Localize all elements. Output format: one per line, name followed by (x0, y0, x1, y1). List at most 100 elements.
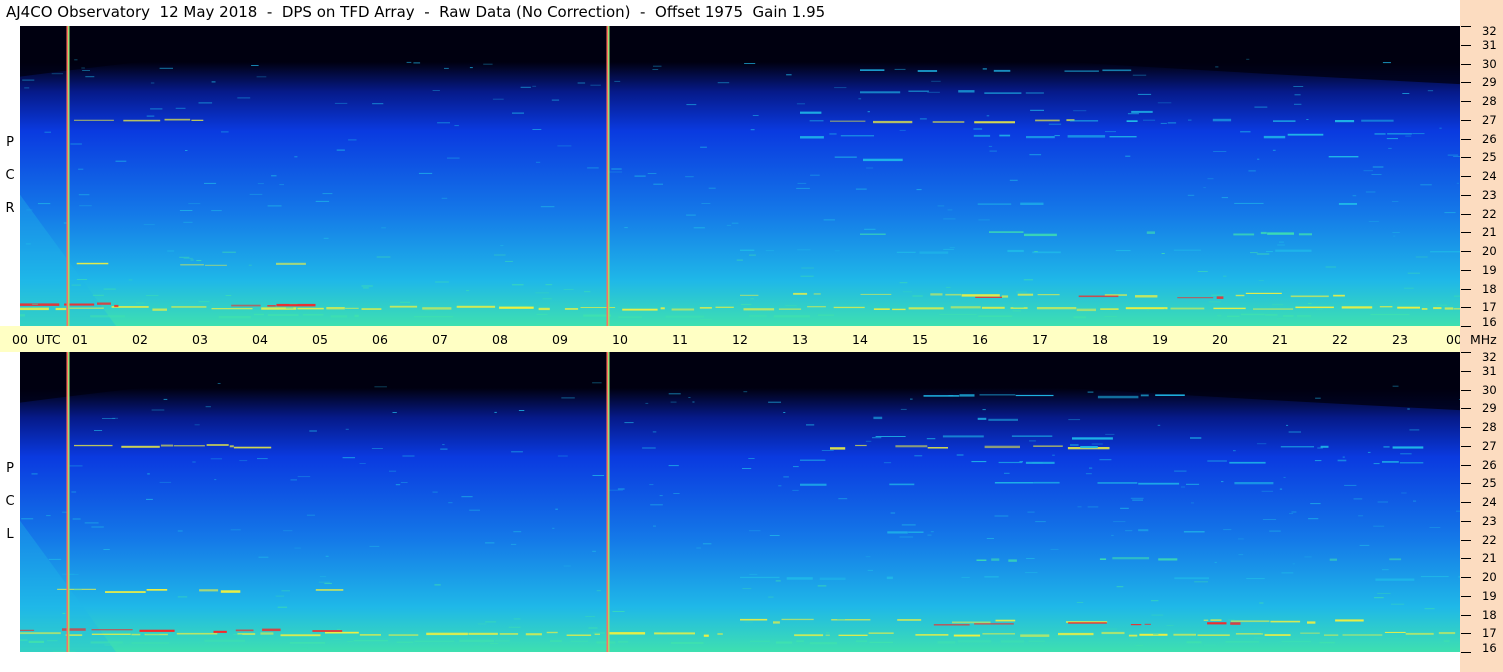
lcp-speckle (617, 488, 625, 490)
rcp-speckle (1371, 174, 1382, 175)
lcp-band-seg (776, 641, 793, 644)
rcp-speckle (1365, 191, 1376, 193)
lcp-speckle (1223, 529, 1232, 531)
lcp-band-seg (1174, 577, 1209, 580)
rcp-speckle (973, 128, 983, 130)
rcp-band-seg (1131, 110, 1153, 113)
lcp-band-seg (1207, 622, 1227, 625)
lcp-speckle (783, 412, 786, 413)
lcp-speckle (901, 524, 916, 526)
rcp-speckle (221, 131, 229, 133)
lcp-speckle (592, 632, 606, 634)
rcp-band-seg (1260, 231, 1267, 235)
lcp-band-seg (468, 632, 498, 635)
lcp-band-seg (91, 629, 133, 631)
lcp-band-seg (1033, 481, 1060, 484)
rcp-speckle (988, 145, 993, 147)
rcp-speckle (79, 205, 92, 207)
freq-tick-mark (1461, 464, 1471, 466)
rcp-speckle (1294, 103, 1302, 105)
rcp-speckle (943, 218, 956, 220)
rcp-speckle (834, 250, 840, 252)
lcp-band-seg (1101, 631, 1125, 635)
rcp-speckle (225, 295, 232, 296)
lcp-speckle (668, 465, 679, 467)
rcp-speckle (1246, 58, 1250, 60)
lcp-speckle (442, 444, 445, 446)
lcp-band-seg (915, 634, 949, 636)
rcp-speckle (899, 282, 908, 284)
rcp-band-seg (829, 133, 837, 135)
rcp-band-seg (267, 314, 299, 316)
rcp-band-seg (860, 69, 885, 71)
lcp-speckle (749, 573, 758, 575)
rcp-band-seg (807, 306, 826, 308)
lcp-speckle (345, 428, 349, 430)
rcp-band-seg (1213, 307, 1246, 310)
lcp-speckle (319, 576, 327, 578)
time-tick-label: 02 (132, 332, 148, 347)
lcp-speckle (1050, 548, 1059, 550)
rcp-speckle (1013, 306, 1024, 308)
rcp-speckle (1307, 303, 1312, 304)
lcp-speckle (645, 402, 649, 404)
rcp-band-seg (930, 293, 943, 296)
lcp-band-seg (1058, 632, 1094, 636)
rcp-speckle (945, 286, 951, 288)
lcp-speckle (371, 448, 383, 449)
lcp-speckle (592, 550, 596, 552)
lcp-speckle (1382, 569, 1389, 571)
rcp-speckle (1012, 310, 1022, 312)
lcp-speckle (1135, 645, 1144, 647)
lcp-band-seg (773, 621, 780, 624)
lcp-speckle (1377, 501, 1388, 503)
rcp-speckle (294, 156, 298, 158)
rcp-speckle (1456, 182, 1459, 184)
lcp-speckle (930, 531, 934, 533)
time-tick-label: 22 (1332, 332, 1348, 347)
freq-tick-label: 24 (1482, 169, 1497, 183)
lcp-speckle (347, 640, 354, 642)
rcp-band-seg (1341, 306, 1373, 309)
rcp-band-seg (1036, 307, 1077, 310)
lcp-speckle (402, 455, 415, 457)
lcp-speckle (359, 463, 366, 464)
lcp-band-seg (1138, 529, 1149, 532)
lcp-speckle (609, 489, 623, 491)
rcp-speckle (1240, 131, 1251, 133)
freq-tick-label: 27 (1482, 438, 1497, 453)
lcp-speckle (1400, 453, 1412, 455)
rcp-band-seg (1421, 308, 1428, 310)
lcp-band-seg (1324, 634, 1339, 636)
lcp-speckle (94, 430, 103, 431)
lcp-speckle (177, 596, 188, 598)
lcp-band-seg (28, 640, 44, 643)
rcp-speckle (786, 74, 792, 76)
rcp-speckle (466, 290, 470, 292)
rcp-speckle (1453, 156, 1460, 157)
lcp-speckle (1391, 603, 1405, 605)
lcp-speckle (102, 418, 116, 419)
lcp-speckle (230, 529, 241, 531)
rcp-speckle (376, 256, 391, 258)
lcp-band-seg (796, 640, 804, 643)
lcp-band-seg (1183, 531, 1205, 533)
rcp-band-seg (1125, 307, 1168, 310)
time-tick-label: 21 (1272, 332, 1288, 347)
rcp-speckle (686, 104, 697, 106)
rcp-speckle (32, 303, 38, 305)
rcp-band-seg (218, 315, 251, 319)
rcp-speckle (536, 313, 548, 315)
rcp-speckle (500, 245, 504, 247)
lcp-band-seg (160, 444, 174, 447)
lcp-speckle (1077, 506, 1082, 508)
lcp-speckle (369, 545, 380, 547)
rcp-band-seg (1265, 314, 1278, 316)
rcp-band-seg (1020, 202, 1044, 205)
time-tick-label: 01 (72, 332, 88, 347)
freq-tick-label: 29 (1482, 75, 1497, 90)
time-tick-label: 05 (312, 332, 328, 347)
rcp-band-seg (1379, 306, 1393, 308)
lcp-speckle (817, 585, 827, 587)
rcp-speckle (1436, 304, 1448, 306)
